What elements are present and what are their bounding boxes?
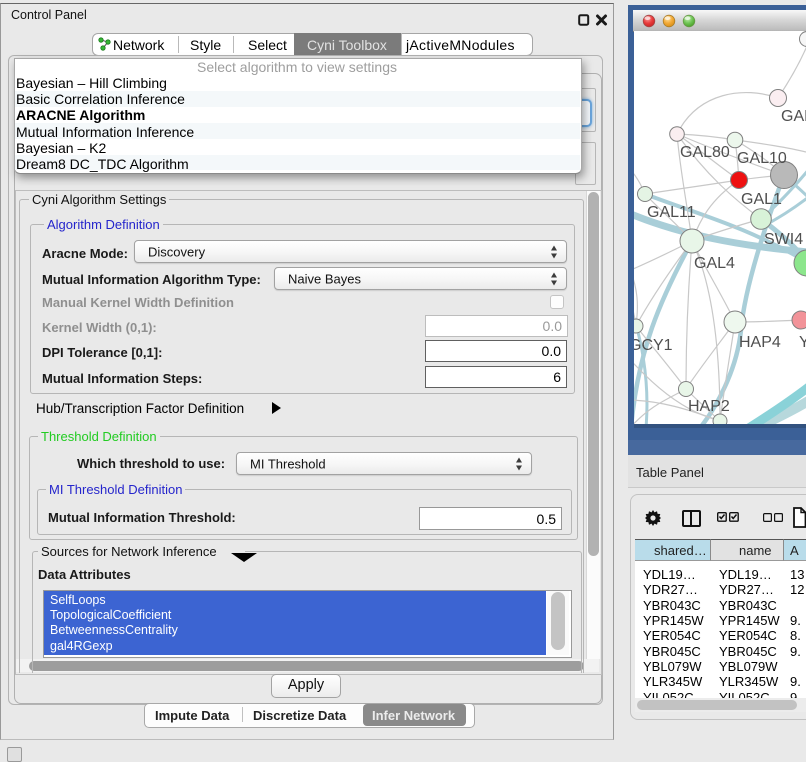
svg-text:GAL1: GAL1 [741, 191, 782, 208]
svg-text:GAL4: GAL4 [694, 255, 735, 272]
svg-text:HAP4: HAP4 [739, 334, 781, 351]
svg-text:Y: Y [799, 334, 806, 351]
svg-text:SWI4: SWI4 [764, 231, 803, 248]
svg-text:HAP2: HAP2 [688, 398, 730, 415]
svg-text:GAL2: GAL2 [781, 108, 806, 125]
svg-text:GAL10: GAL10 [737, 150, 787, 167]
svg-text:GAL11: GAL11 [647, 204, 696, 221]
svg-text:GCY1: GCY1 [634, 337, 673, 354]
svg-text:GAL80: GAL80 [680, 144, 730, 161]
